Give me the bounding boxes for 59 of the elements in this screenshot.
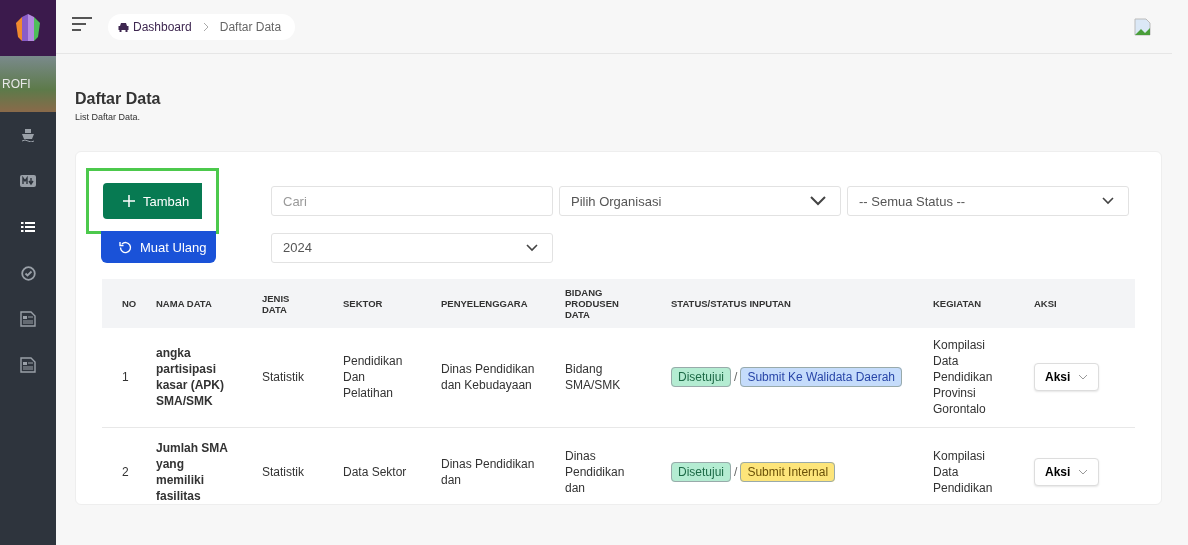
action-dropdown[interactable]: Aksi [1034,457,1100,486]
chevron-down-icon [1102,197,1114,205]
newspaper-icon [20,357,36,373]
table-cell: angka partisipasi kasar (APK) SMA/SMK [156,328,262,427]
table-cell: Dinas Pendidikan dan [565,427,671,504]
chevron-right-icon [201,21,210,32]
add-button[interactable]: Tambah [103,183,202,219]
table-cell: 1 [102,328,156,427]
breadcrumb-current: Daftar Data [219,19,282,34]
chevron-down-icon [526,243,538,252]
car-icon [118,21,129,32]
column-header: SEKTOR [343,279,441,328]
refresh-icon [119,240,132,254]
action-dropdown[interactable]: Aksi [1034,363,1100,392]
column-header: NO [102,279,156,328]
table-cell: Dinas Pendidikan dan Kebudayaan [441,328,565,427]
column-header: STATUS/STATUS INPUTAN [671,279,933,328]
table-cell: Pendidikan Dan Pelatihan [343,328,441,427]
table-cell: Dinas Pendidikan dan [441,427,565,504]
column-header: PENYELENGGARA [441,279,565,328]
plus-icon [123,195,135,207]
table-cell: 2 [102,427,156,504]
separator-text: / [734,370,738,385]
column-header: JENIS DATA [262,279,343,328]
column-header: KEGIATAN [933,279,1034,328]
breadcrumb-link[interactable]: Dashboard [118,19,192,34]
banner-text: ROFI [1,77,31,91]
column-header: BIDANG PRODUSEN DATA [565,279,671,328]
logo-icon [0,0,56,56]
table-cell: Jumlah SMA yang memiliki fasilitas [156,427,262,504]
year-select[interactable]: 2024 [271,232,553,263]
status-badge: Submit Ke Walidata Daerah [740,367,902,388]
status-select[interactable]: -- Semua Status -- [847,186,1129,216]
list-icon [21,221,35,233]
column-header: AKSI [1034,279,1135,328]
menu-icon[interactable] [72,16,92,31]
status-badge: Disetujui [671,367,732,388]
newspaper-icon [20,311,36,327]
table-cell: Statistik [262,328,343,427]
markdown-icon [20,175,36,187]
status-badge: Disetujui [671,461,732,482]
table-cell: Statistik [262,427,343,504]
separator-text: / [734,464,738,479]
table-cell: Bidang SMA/SMK [565,328,671,427]
chevron-down-icon [810,196,826,206]
search-field[interactable]: Cari [271,186,553,216]
ship-icon [21,128,35,142]
column-header: NAMA DATA [156,279,262,328]
chevron-down-icon [1078,468,1089,475]
broken-image-icon [1134,17,1152,36]
table-cell: Kompilasi Data Pendidikan [933,427,1034,504]
reload-button[interactable]: Muat Ulang [101,231,216,263]
organization-select[interactable]: Pilih Organisasi [559,186,841,216]
chevron-down-icon [1078,374,1089,381]
page-subtitle: List Daftar Data. [75,112,142,122]
status-badge: Submit Internal [740,461,836,482]
page-title: Daftar Data [75,90,162,108]
table-cell: Data Sektor [343,427,441,504]
check-circle-icon [20,265,36,281]
